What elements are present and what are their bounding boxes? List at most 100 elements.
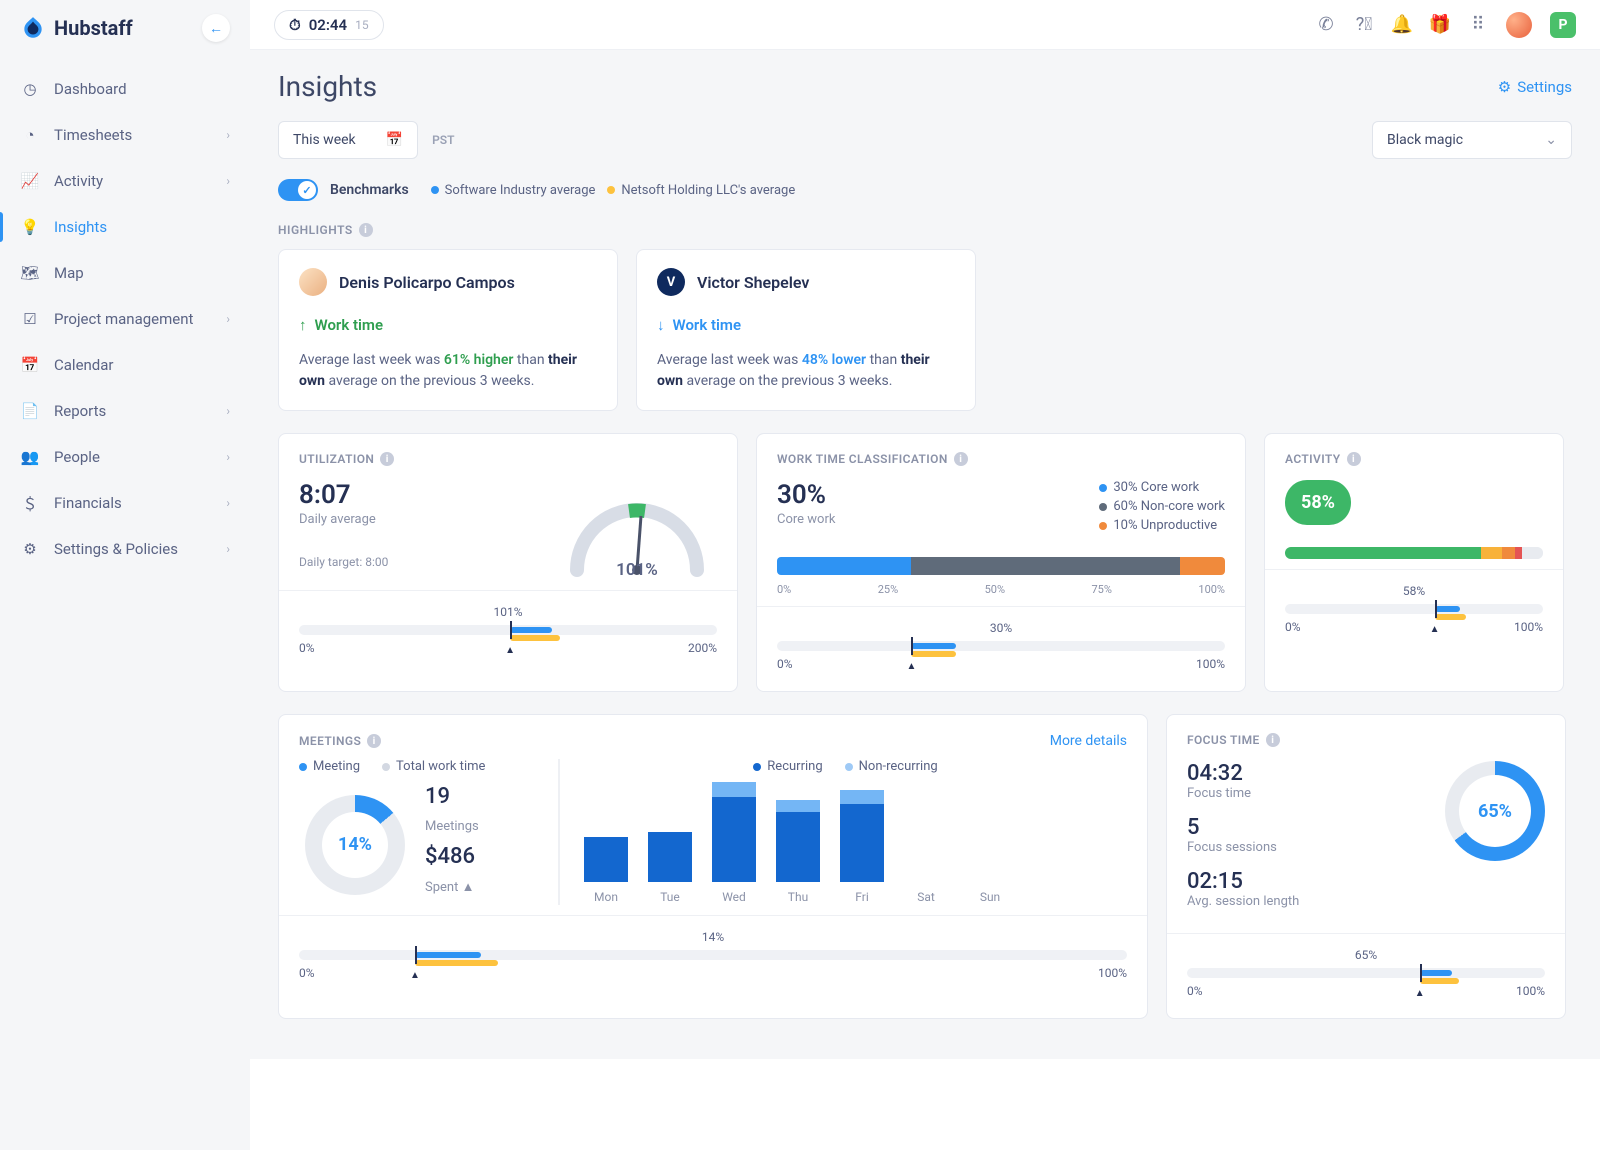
dot-icon bbox=[753, 763, 761, 771]
main-region: ⏱ 02:44 15 ✆ ?⃞ 🔔 🎁 ⠿ P Insights ⚙ Setti… bbox=[250, 0, 1600, 1150]
benchmarks-toggle[interactable] bbox=[278, 179, 318, 201]
gift-icon[interactable]: 🎁 bbox=[1430, 15, 1450, 35]
info-icon[interactable]: i bbox=[359, 223, 373, 237]
dashboard-icon: ◷ bbox=[20, 79, 40, 99]
map-icon: 🗺 bbox=[20, 263, 40, 283]
check-box-icon: ☑ bbox=[20, 309, 40, 329]
settings-link[interactable]: ⚙ Settings bbox=[1498, 78, 1572, 96]
bar-mon: Mon bbox=[584, 837, 628, 904]
stopwatch-icon: ⏱ bbox=[289, 16, 301, 34]
more-details-link[interactable]: More details bbox=[1050, 733, 1127, 749]
focus-time-card: FOCUS TIMEi 04:32 Focus time 5 Focus ses… bbox=[1166, 714, 1566, 1019]
focus-donut: 65% bbox=[1445, 761, 1545, 861]
user-avatar[interactable] bbox=[1506, 12, 1532, 38]
benchmark-value: 14% bbox=[299, 930, 1127, 944]
people-icon: 👥 bbox=[20, 447, 40, 467]
chevron-right-icon: › bbox=[226, 128, 230, 142]
chevron-right-icon: › bbox=[226, 542, 230, 556]
hubstaff-icon bbox=[20, 15, 46, 41]
nav-timesheets[interactable]: ◔ Timesheets › bbox=[0, 112, 250, 158]
nav-label: Financials bbox=[54, 494, 122, 512]
person-name: Victor Shepelev bbox=[697, 273, 809, 292]
chevron-right-icon: › bbox=[226, 174, 230, 188]
nav-financials[interactable]: ＄ Financials › bbox=[0, 480, 250, 526]
dot-icon bbox=[1099, 522, 1107, 530]
benchmark-value: 30% bbox=[777, 621, 1225, 635]
bar-sun: Sun bbox=[968, 882, 1012, 904]
gear-icon: ⚙ bbox=[1498, 78, 1511, 96]
benchmark-track: ▲ bbox=[299, 625, 717, 635]
bar-fri: Fri bbox=[840, 790, 884, 904]
info-icon[interactable]: i bbox=[1347, 452, 1361, 466]
chevron-right-icon: › bbox=[226, 404, 230, 418]
bulb-icon: 💡 bbox=[20, 217, 40, 237]
info-icon[interactable]: i bbox=[954, 452, 968, 466]
meetings-donut: 14% bbox=[305, 795, 405, 895]
timezone-label: PST bbox=[432, 133, 454, 147]
nav-people[interactable]: 👥 People › bbox=[0, 434, 250, 480]
timer-pill[interactable]: ⏱ 02:44 15 bbox=[274, 10, 384, 40]
chevron-right-icon: › bbox=[226, 496, 230, 510]
highlight-card[interactable]: V Victor Shepelev ↓ Work time Average la… bbox=[636, 249, 976, 411]
app-name: Hubstaff bbox=[54, 16, 133, 40]
nav-calendar[interactable]: 📅 Calendar bbox=[0, 342, 250, 388]
nav-settings-&-policies[interactable]: ⚙ Settings & Policies › bbox=[0, 526, 250, 572]
project-select[interactable]: Black magic ⌄ bbox=[1372, 121, 1572, 159]
collapse-sidebar-button[interactable]: ← bbox=[202, 14, 230, 42]
nav-activity[interactable]: 📈Activity› bbox=[0, 158, 250, 204]
phone-icon[interactable]: ✆ bbox=[1316, 15, 1336, 35]
activity-bar bbox=[1285, 547, 1543, 559]
benchmarks-label: Benchmarks bbox=[330, 182, 409, 198]
timer-seconds: 15 bbox=[355, 18, 369, 32]
nav-map[interactable]: 🗺Map bbox=[0, 250, 250, 296]
benchmark-value: 58% bbox=[1285, 584, 1543, 598]
timer-value: 02:44 bbox=[309, 16, 347, 34]
bar-sat: Sat bbox=[904, 882, 948, 904]
chevron-down-icon: ⌄ bbox=[1545, 132, 1557, 148]
benchmark-value: 101% bbox=[299, 605, 717, 619]
nav-label: Insights bbox=[54, 218, 107, 236]
nav-label: Settings & Policies bbox=[54, 540, 178, 558]
avatar: V bbox=[657, 268, 685, 296]
chevron-right-icon: › bbox=[226, 312, 230, 326]
clock-icon: ◔ bbox=[20, 125, 40, 145]
avatar bbox=[299, 268, 327, 296]
apps-grid-icon[interactable]: ⠿ bbox=[1468, 15, 1488, 35]
info-icon[interactable]: i bbox=[367, 734, 381, 748]
meetings-bar-chart: RecurringNon-recurring Mon Tue Wed Thu F… bbox=[559, 759, 1127, 905]
info-icon[interactable]: i bbox=[380, 452, 394, 466]
bell-icon[interactable]: 🔔 bbox=[1392, 15, 1412, 35]
nav-reports[interactable]: 📄 Reports › bbox=[0, 388, 250, 434]
dot-icon bbox=[431, 186, 439, 194]
benchmark-track: ▲ bbox=[777, 641, 1225, 651]
chevron-right-icon: › bbox=[226, 450, 230, 464]
activity-value: 58% bbox=[1285, 480, 1351, 525]
nav-label: Calendar bbox=[54, 356, 114, 374]
calendar-icon: 📅 bbox=[386, 132, 403, 148]
help-icon[interactable]: ?⃞ bbox=[1354, 15, 1374, 35]
person-name: Denis Policarpo Campos bbox=[339, 273, 515, 292]
app-logo[interactable]: Hubstaff bbox=[20, 15, 133, 41]
org-badge[interactable]: P bbox=[1550, 12, 1576, 38]
nav-dashboard[interactable]: ◷ Dashboard bbox=[0, 66, 250, 112]
bar-tue: Tue bbox=[648, 832, 692, 904]
date-range-picker[interactable]: This week 📅 bbox=[278, 121, 418, 159]
nav-label: Activity bbox=[54, 172, 103, 190]
reports-icon: 📄 bbox=[20, 401, 40, 421]
nav-label: Project management bbox=[54, 310, 193, 328]
nav-label: People bbox=[54, 448, 100, 466]
benchmark-track: ▲ bbox=[1285, 604, 1543, 614]
nav-project-management[interactable]: ☑ Project management › bbox=[0, 296, 250, 342]
info-icon[interactable]: i bbox=[1266, 733, 1280, 747]
nav-insights[interactable]: 💡 Insights bbox=[0, 204, 250, 250]
metric-change: ↑ Work time bbox=[299, 316, 597, 334]
nav-label: Reports bbox=[54, 402, 106, 420]
dot-icon bbox=[1099, 503, 1107, 511]
dollar-icon: ＄ bbox=[20, 493, 40, 513]
sliders-icon: ⚙ bbox=[20, 539, 40, 559]
highlight-card[interactable]: Denis Policarpo Campos ↑ Work time Avera… bbox=[278, 249, 618, 411]
nav-label: Timesheets bbox=[54, 126, 132, 144]
meetings-card: MEETINGSi More details MeetingTotal work… bbox=[278, 714, 1148, 1019]
nav-label: Dashboard bbox=[54, 80, 127, 98]
calendar-icon: 📅 bbox=[20, 355, 40, 375]
